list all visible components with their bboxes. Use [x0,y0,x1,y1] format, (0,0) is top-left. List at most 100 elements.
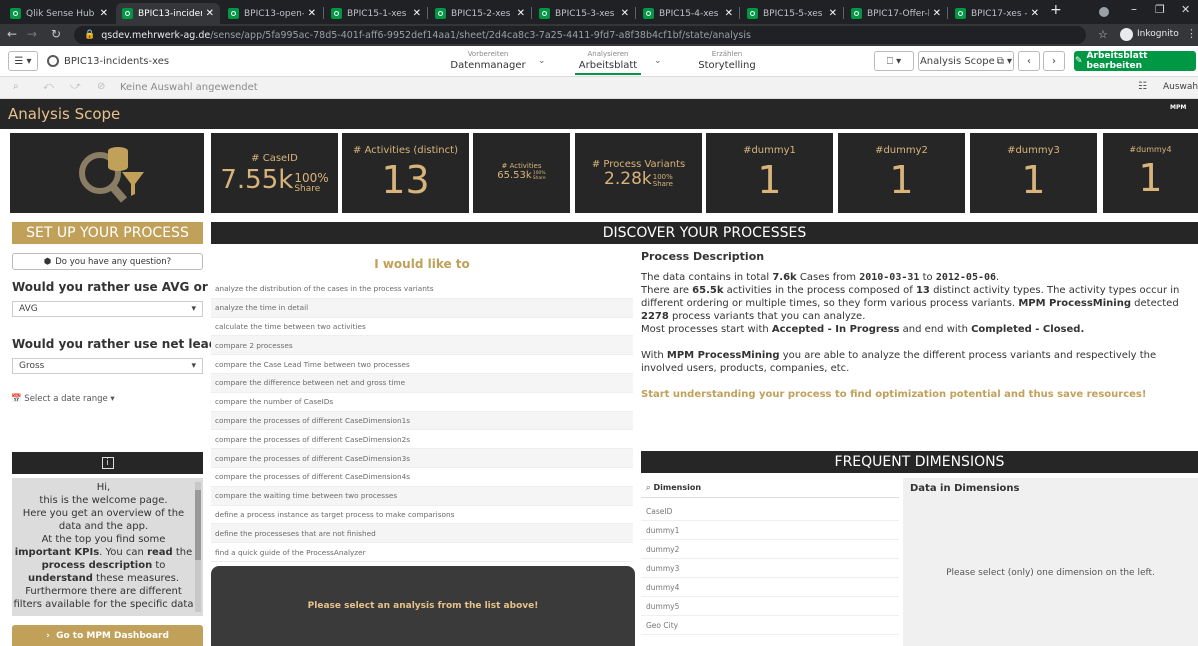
analysis-list-item[interactable]: calculate the time between two activitie… [211,317,633,337]
analysis-list-item[interactable]: define a process instance as target proc… [211,505,633,525]
chevron-down-icon[interactable]: ⌄ [654,56,662,66]
mode-storytelling[interactable]: Erzählen Storytelling [696,49,758,71]
bookmark-button[interactable]: ⎕ ▾ [874,51,914,71]
qlik-icon [955,8,966,19]
frequent-header: FREQUENT DIMENSIONS [641,451,1198,473]
smart-search-icon[interactable]: ⌕ [13,81,19,92]
analysis-list-item[interactable]: compare the waiting time between two pro… [211,486,633,506]
kpi-dummy2: #dummy2 1 [838,133,965,213]
date-range-picker[interactable]: 📅 Select a date range ▾ [11,394,115,404]
prev-sheet-button[interactable]: ‹ [1018,51,1040,71]
step-forward-icon[interactable]: ⤻ [70,81,81,92]
close-icon[interactable]: ✕ [829,8,837,19]
back-icon[interactable]: ← [7,27,17,41]
qlik-icon [435,8,446,19]
close-icon[interactable]: ✕ [933,8,941,19]
browser-tab[interactable]: BPIC15-5-xes - Anal✕ [741,3,843,24]
question-button[interactable]: ⬢ Do you have any question? [12,253,203,270]
browser-tab[interactable]: BPIC15-3-xes - Anal✕ [533,3,635,24]
dimension-list-item[interactable]: CaseID [641,502,899,521]
hamburger-menu-button[interactable]: ☰ ▾ [8,51,38,71]
star-icon[interactable]: ☆ [1098,28,1108,41]
close-icon[interactable]: ✕ [725,8,733,19]
analysis-list-item[interactable]: compare the number of CaseIDs [211,392,633,412]
menu-dots-icon[interactable]: ⋮ [1186,27,1197,40]
url-bar: ← → ↻ 🔒 qsdev.mehrwerk-ag.de/sense/app/5… [0,24,1198,46]
close-icon[interactable]: ✕ [100,8,108,19]
dimension-list-item[interactable]: dummy1 [641,521,899,540]
auswahl-label[interactable]: Auswahl [1163,82,1198,92]
sheet-icon: ⧉ ▾ [996,55,1013,67]
kpi-value: 1 [757,158,782,202]
analysis-list-item[interactable]: define the processeses that are not fini… [211,524,633,544]
qlik-toolbar: ☰ ▾ BPIC13-incidents-xes Vorbereiten Date… [0,46,1198,77]
qlik-icon [122,8,133,19]
qlik-icon [228,8,239,19]
browser-tab[interactable]: BPIC13-open-prob✕ [222,3,322,24]
analysis-list-item[interactable]: analyze the distribution of the cases in… [211,280,633,299]
dimension-header[interactable]: ⌕ Dimension [641,478,899,498]
address-field[interactable]: 🔒 qsdev.mehrwerk-ag.de/sense/app/5fa995a… [74,26,1086,44]
dimension-list-item[interactable]: dummy3 [641,559,899,578]
sheet-title: Analysis Scope MPM [0,99,1198,129]
minimize-icon[interactable]: – [1131,2,1137,16]
window-close-icon[interactable]: ✕ [1181,3,1190,16]
mode-arbeitsblatt[interactable]: Analysieren Arbeitsblatt [575,49,641,75]
kpi-value: 7.55k [220,165,294,195]
dimension-list-item[interactable]: dummy5 [641,597,899,616]
close-icon[interactable]: ✕ [308,8,316,19]
dimension-list-item[interactable]: dummy4 [641,578,899,597]
welcome-text: Hi, this is the welcome page. Here you g… [12,478,203,616]
step-back-icon[interactable]: ⤺ [43,81,54,92]
analysis-list-item[interactable]: compare 2 processes [211,336,633,356]
dashboard-button[interactable]: › Go to MPM Dashboard [12,625,203,646]
app-name: BPIC13-incidents-xes [64,56,170,67]
qlik-icon [747,8,758,19]
info-icon: i [101,457,114,469]
mode-datenmanager[interactable]: Vorbereiten Datenmanager [445,49,531,71]
dimension-list-item[interactable]: dummy2 [641,540,899,559]
sheet-selector[interactable]: Analysis Scope ⧉ ▾ [918,51,1014,71]
next-sheet-button[interactable]: › [1043,51,1065,71]
maximize-icon[interactable]: ❐ [1155,3,1165,16]
kpi-process-variants: # Process Variants 2.28k 100% Share [575,133,702,213]
analysis-list-item[interactable]: analyze the time in detail [211,298,633,318]
analysis-list-item[interactable]: compare the difference between net and g… [211,374,633,393]
analysis-list-item[interactable]: compare the processes of different CaseD… [211,449,633,468]
browser-tab[interactable]: BPIC15-4-xes - Anal✕ [637,3,739,24]
close-icon[interactable]: ✕ [621,8,629,19]
close-icon[interactable]: ✕ [413,8,421,19]
browser-tab[interactable]: BPIC17-xes - Analy✕ [949,3,1045,24]
scrollbar[interactable] [195,482,201,612]
close-icon[interactable]: ✕ [1031,8,1039,19]
calendar-icon: 📅 [11,394,22,404]
net-gross-select[interactable]: Gross ▾ [12,358,203,374]
selections-icon[interactable]: ☷ [1138,81,1147,92]
kpi-value: 1 [1138,156,1163,200]
new-tab-button[interactable]: + [1050,2,1062,18]
discover-header: DISCOVER YOUR PROCESSES [211,222,1198,244]
profile-dot-icon[interactable] [1099,7,1109,17]
close-icon[interactable]: ✕ [517,8,525,19]
select-analysis-msg: Please select an analysis from the list … [211,566,635,646]
clear-selections-icon[interactable]: ⊘ [97,81,105,92]
forward-icon[interactable]: → [27,27,37,41]
browser-tab-active[interactable]: BPIC13-incidents-x✕ [116,3,220,24]
edit-sheet-button[interactable]: ✎ Arbeitsblatt bearbeiten [1074,51,1196,71]
avg-median-select[interactable]: AVG ▾ [12,301,203,317]
analysis-list-item[interactable]: compare the Case Lead Time between two p… [211,355,633,374]
browser-tab[interactable]: BPIC17-Offer-log-x✕ [845,3,947,24]
dimension-list-item[interactable]: Geo City [641,616,899,635]
analysis-list-item[interactable]: compare the processes of different CaseD… [211,430,633,450]
browser-tab[interactable]: BPIC15-2-xes - Anal✕ [429,3,531,24]
close-icon[interactable]: ✕ [206,8,214,19]
lock-icon: 🔒 [84,30,96,40]
browser-tab[interactable]: BPIC15-1-xes - Anal✕ [325,3,427,24]
chevron-down-icon[interactable]: ⌄ [538,56,546,66]
reload-icon[interactable]: ↻ [51,27,61,41]
analysis-list-item[interactable]: compare the processes of different CaseD… [211,411,633,431]
browser-tab[interactable]: Qlik Sense Hub ✕ [4,3,114,24]
caret-down-icon: ▾ [191,304,196,314]
analysis-list-item[interactable]: compare the processes of different CaseD… [211,468,633,487]
analysis-list-item[interactable]: find a quick guide of the ProcessAnalyze… [211,543,633,562]
